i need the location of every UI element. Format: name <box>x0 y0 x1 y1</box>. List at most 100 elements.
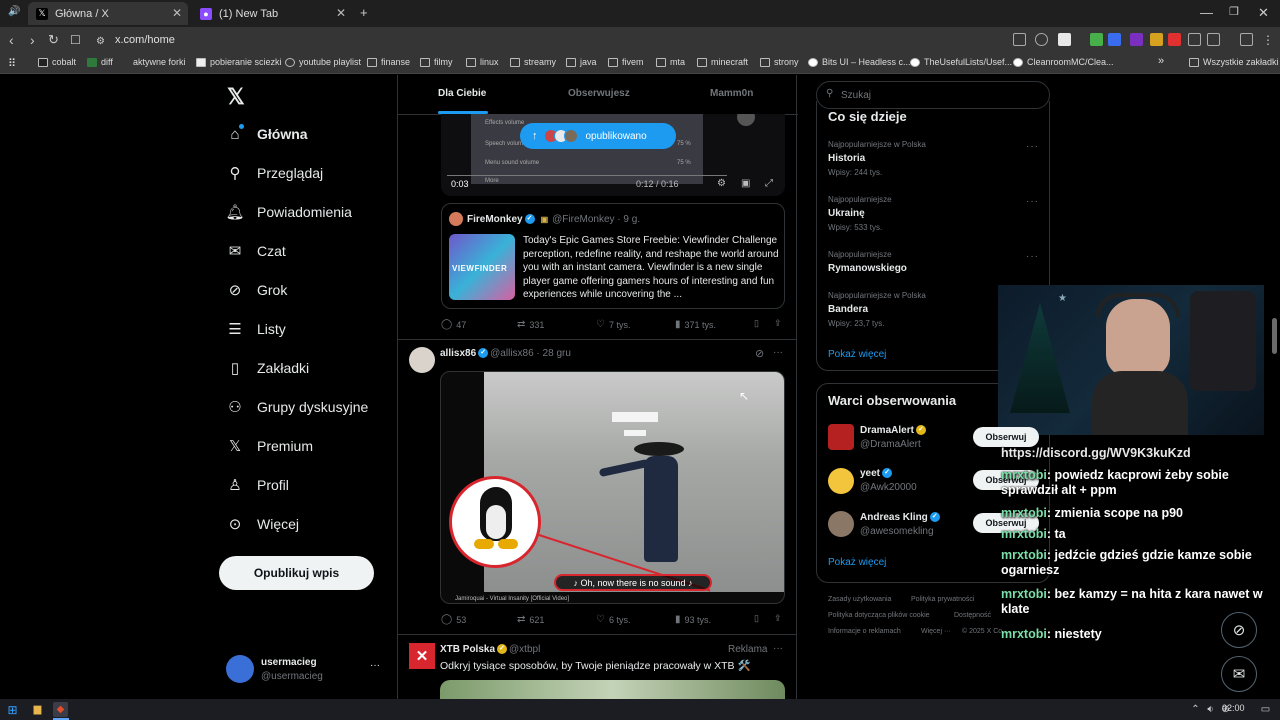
restore-icon[interactable]: ❐ <box>1229 5 1239 18</box>
suggestion-name[interactable]: DramaAlert ✓ <box>860 425 928 436</box>
back-icon[interactable]: ‹ <box>9 31 14 49</box>
brave-browser-icon[interactable]: ◆ <box>53 702 68 717</box>
reload-icon[interactable]: ↻ <box>48 31 59 49</box>
repost-button[interactable]: ⇄ 331 <box>517 319 544 330</box>
notifications-icon[interactable]: ▭ <box>1258 702 1273 717</box>
post-author[interactable]: XTB Polska ✓ @xtbpl <box>440 644 540 655</box>
extension-twitch-icon[interactable] <box>1130 33 1143 46</box>
bookmark-item[interactable]: TheUsefulLists/Usef... <box>910 57 1012 67</box>
bookmark-item[interactable]: CleanroomMC/Clea... <box>1013 57 1114 67</box>
more-bookmarks-icon[interactable]: » <box>1158 55 1164 67</box>
share-icon[interactable]: ⇪ <box>774 613 782 624</box>
bookmark-folder[interactable]: streamy <box>510 57 556 67</box>
footer-link[interactable]: Dostępność <box>954 612 991 619</box>
start-icon[interactable]: ⊞ <box>5 702 20 717</box>
avatar[interactable] <box>828 511 854 537</box>
media-icon[interactable] <box>1240 33 1253 46</box>
more-icon[interactable]: ··· <box>773 643 783 654</box>
bookmark-folder[interactable]: linux <box>466 57 499 67</box>
volume-icon[interactable]: 🔉︎ <box>1203 702 1218 717</box>
xtb-logo-icon[interactable]: ✕ <box>409 643 435 669</box>
extensions-icon[interactable] <box>1188 33 1201 46</box>
bookmark-folder[interactable]: finanse <box>367 57 410 67</box>
bookmark-icon[interactable]: ▯ <box>754 318 759 329</box>
suggestion-name[interactable]: Andreas Kling ✓ <box>860 512 942 523</box>
bookmark-folder[interactable]: fivem <box>608 57 644 67</box>
more-icon[interactable]: ··· <box>1026 196 1039 207</box>
tab-new-tab[interactable]: ● (1) New Tab ✕ <box>192 2 352 25</box>
extension-red-icon[interactable] <box>1168 33 1181 46</box>
nav-home[interactable]: ⌂ Główna <box>226 124 308 143</box>
footer-link[interactable]: Polityka prywatności <box>911 596 974 603</box>
bookmark-folder[interactable]: java <box>566 57 597 67</box>
footer-link[interactable]: Polityka dotycząca plików cookie <box>828 612 930 619</box>
nav-explore[interactable]: ⚲ Przeglądaj <box>226 164 324 182</box>
trend-name[interactable]: Historia <box>828 153 865 164</box>
bookmark-item[interactable]: youtube playlist <box>285 57 361 67</box>
grok-icon[interactable]: ⊘ <box>755 347 764 360</box>
all-bookmarks-folder[interactable]: Wszystkie zakładki <box>1189 57 1279 67</box>
file-explorer-icon[interactable]: ▆ <box>30 702 45 717</box>
close-icon[interactable]: ✕ <box>336 6 346 20</box>
bookmark-item[interactable]: Bits UI – Headless c... <box>808 57 911 67</box>
footer-link[interactable]: Więcej ··· <box>921 628 951 635</box>
messages-fab[interactable]: ✉ <box>1221 656 1257 692</box>
new-tab-button[interactable]: + <box>360 5 368 20</box>
trend-name[interactable]: Bandera <box>828 304 868 315</box>
views-button[interactable]: ▮ 371 tys. <box>675 319 716 330</box>
tab-home[interactable]: 𝕏 Główna / X ✕ <box>28 2 188 25</box>
bookmark-icon[interactable]: ▯ <box>754 613 759 624</box>
post-button[interactable]: Opublikuj wpis <box>219 556 374 590</box>
nav-communities[interactable]: ⚇ Grupy dyskusyjne <box>226 398 368 416</box>
bookmark-folder[interactable]: strony <box>760 57 799 67</box>
bookmark-item[interactable]: cobalt <box>38 57 76 67</box>
close-icon[interactable]: ✕ <box>172 6 182 20</box>
footer-link[interactable]: Informacje o reklamach <box>828 628 901 635</box>
extension-music-icon[interactable] <box>1090 33 1103 46</box>
video-overlay-button[interactable] <box>737 114 755 126</box>
tray-chevron-icon[interactable]: ⌃ <box>1188 702 1203 717</box>
pip-icon[interactable]: ▣ <box>741 178 750 189</box>
bookmark-item[interactable]: pobieranie sciezki <box>196 57 282 67</box>
bookmark-item[interactable]: diff <box>87 57 113 67</box>
menu-icon[interactable]: ⋮ <box>1262 31 1274 49</box>
avatar[interactable] <box>828 424 854 450</box>
bookmark-item[interactable]: aktywne forki <box>125 57 186 67</box>
nav-profile[interactable]: ♙ Profil <box>226 476 289 494</box>
more-icon[interactable]: ··· <box>1026 141 1039 152</box>
nav-notifications[interactable]: 🔔︎ Powiadomienia <box>225 203 351 221</box>
window-close-icon[interactable]: ✕ <box>1258 5 1269 21</box>
site-info-icon[interactable]: ⚙ <box>96 33 105 51</box>
avatar[interactable] <box>828 468 854 494</box>
reply-button[interactable]: ◯ 47 <box>441 319 466 330</box>
like-button[interactable]: ♡ 7 tys. <box>596 319 630 330</box>
trend-name[interactable]: Ukrainę <box>828 208 865 219</box>
tab-list-mammon[interactable]: Mamm0n <box>710 88 753 99</box>
account-menu-icon[interactable]: ··· <box>370 660 380 671</box>
bookmark-folder[interactable]: minecraft <box>697 57 748 67</box>
bookmark-page-icon[interactable]: ☐ <box>70 31 81 49</box>
reply-button[interactable]: ◯ 53 <box>441 614 466 625</box>
bookmark-folder[interactable]: mta <box>656 57 685 67</box>
address-bar[interactable]: x.com/home <box>115 34 175 46</box>
tab-following[interactable]: Obserwujesz <box>568 88 630 99</box>
nav-bookmarks[interactable]: ▯ Zakładki <box>226 359 309 377</box>
footer-link[interactable]: Zasady użytkowania <box>828 596 891 603</box>
avatar[interactable] <box>409 347 435 373</box>
grok-fab[interactable]: ⊘ <box>1221 612 1257 648</box>
show-more-trends[interactable]: Pokaż więcej <box>828 349 886 360</box>
bookmark-folder[interactable]: filmy <box>420 57 453 67</box>
cast-icon[interactable] <box>1013 33 1026 46</box>
apps-icon[interactable]: ⠿ <box>8 57 16 70</box>
nav-more[interactable]: ⊙ Więcej <box>226 515 299 533</box>
sidebar-icon[interactable] <box>1207 33 1220 46</box>
like-button[interactable]: ♡ 6 tys. <box>596 614 630 625</box>
share-icon[interactable]: ⇪ <box>774 318 782 329</box>
shield-icon[interactable] <box>1058 33 1071 46</box>
extension-yellow-icon[interactable] <box>1150 33 1163 46</box>
tab-for-you[interactable]: Dla Ciebie <box>438 88 486 99</box>
follow-button[interactable]: Obserwuj <box>973 427 1039 447</box>
views-button[interactable]: ▮ 93 tys. <box>675 614 711 625</box>
show-more-suggestions[interactable]: Pokaż więcej <box>828 557 886 568</box>
new-posts-pill[interactable]: ↑ opublikowano <box>520 123 676 149</box>
